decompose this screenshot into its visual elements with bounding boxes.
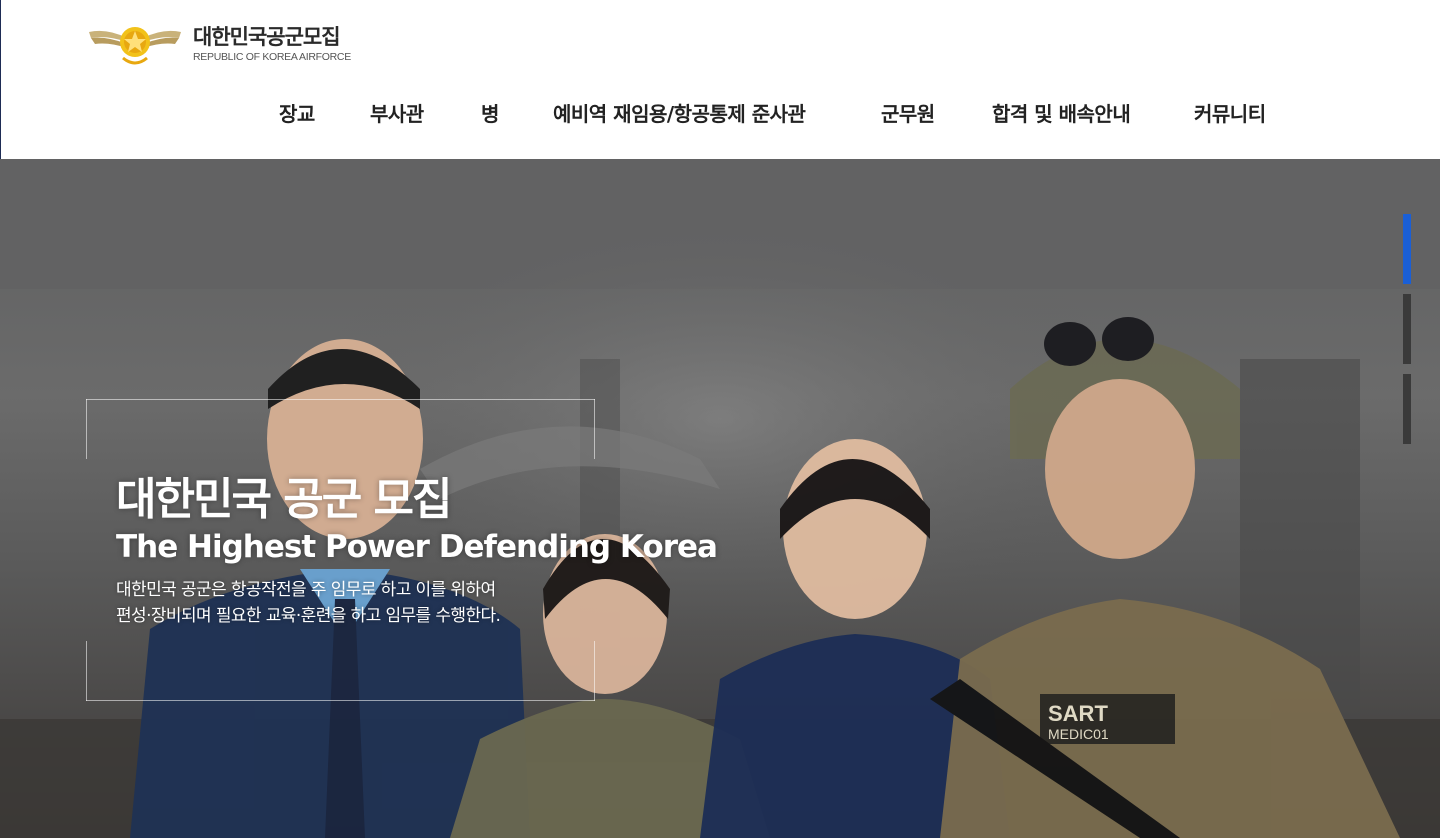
logo-text-block: 대한민국공군모집 REPUBLIC OF KOREA AIRFORCE: [193, 24, 351, 64]
hero-desc-line2: 편성·장비되며 필요한 교육·훈련을 하고 임무를 수행한다.: [116, 606, 501, 626]
nav-item-reserve-warrant[interactable]: 예비역 재임용/항공통제 준사관: [553, 98, 806, 130]
slide-indicator-2[interactable]: [1403, 294, 1411, 364]
hero-subtitle: The Highest Power Defending Korea: [116, 529, 718, 565]
hero-title: 대한민국 공군 모집: [116, 474, 452, 525]
nav-item-results[interactable]: 합격 및 배속안내: [992, 98, 1131, 130]
site-header: 대한민국공군모집 REPUBLIC OF KOREA AIRFORCE 장교 부…: [0, 0, 1440, 159]
logo-title: 대한민국공군모집: [193, 25, 341, 49]
nav-item-officer[interactable]: 장교: [279, 98, 315, 130]
air-force-emblem-icon: [89, 27, 181, 65]
slide-indicator-3[interactable]: [1403, 374, 1411, 444]
site-logo[interactable]: 대한민국공군모집 REPUBLIC OF KOREA AIRFORCE: [87, 18, 367, 70]
logo-subtitle: REPUBLIC OF KOREA AIRFORCE: [193, 51, 351, 63]
main-nav: 장교 부사관 병 예비역 재임용/항공통제 준사관 군무원 합격 및 배속안내 …: [1, 98, 1440, 130]
nav-item-community[interactable]: 커뮤니티: [1194, 98, 1266, 130]
patch-sart-text: SART: [1048, 701, 1108, 726]
nav-item-civilian[interactable]: 군무원: [881, 98, 935, 130]
hero-desc-line1: 대한민국 공군은 항공작전을 주 임무로 하고 이를 위하여: [116, 580, 496, 600]
hero-description: 대한민국 공군은 항공작전을 주 임무로 하고 이를 위하여 편성·장비되며 필…: [116, 577, 501, 629]
nav-item-nco[interactable]: 부사관: [370, 98, 424, 130]
patch-medic-text: MEDIC01: [1048, 726, 1109, 742]
slide-indicator-1[interactable]: [1403, 214, 1411, 284]
hero-banner: SART MEDIC01 대한민국 공군 모집 The Highest Powe…: [0, 159, 1440, 838]
nav-item-enlisted[interactable]: 병: [481, 98, 499, 130]
